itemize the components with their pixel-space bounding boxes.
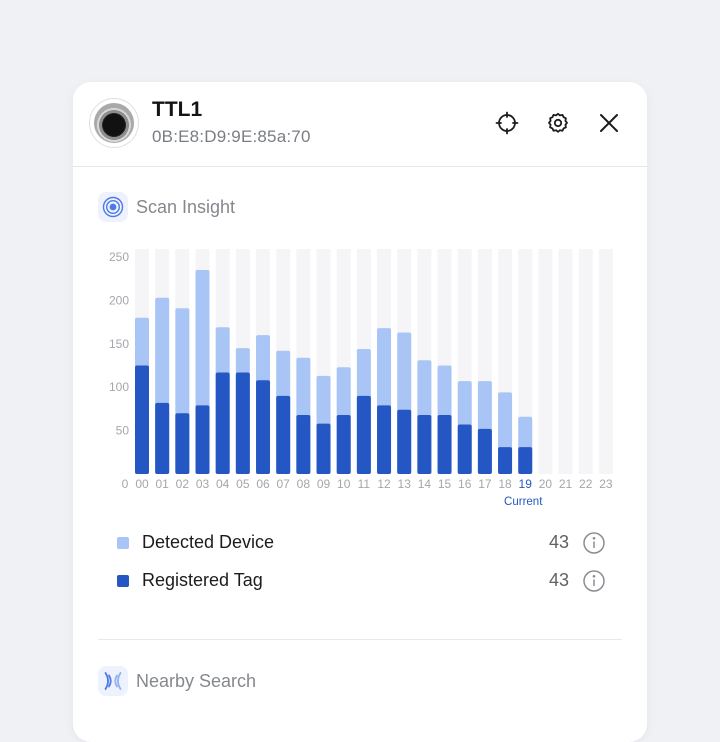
- bar-registered: [276, 395, 291, 474]
- x-tick-label: 17: [478, 477, 492, 491]
- bar-registered: [195, 405, 210, 474]
- bar-registered: [397, 409, 412, 474]
- x-tick-label: 20: [539, 477, 553, 491]
- x-tick-label: 23: [599, 477, 613, 491]
- bar-registered: [135, 365, 149, 474]
- x-tick-label: 10: [337, 477, 351, 491]
- bar-registered: [377, 405, 392, 474]
- bar-registered: [316, 423, 331, 474]
- bar-registered: [256, 380, 271, 474]
- nearby-signal-icon: [98, 666, 128, 696]
- x-tick-label: 06: [256, 477, 270, 491]
- x-tick-label: 05: [236, 477, 250, 491]
- bar-track: [538, 249, 553, 474]
- bar-registered: [417, 414, 432, 474]
- registered-swatch: [117, 575, 129, 587]
- x-tick-label: 03: [196, 477, 210, 491]
- x-tick-label: 11: [358, 477, 371, 491]
- y-tick-label: 200: [109, 293, 129, 307]
- bar-track: [598, 249, 613, 474]
- legend-value: 43: [548, 570, 569, 590]
- x-tick-label: 21: [559, 477, 573, 491]
- bar-registered: [498, 447, 513, 474]
- bar-registered: [235, 372, 250, 474]
- legend-row-detected: Detected Device 43: [117, 531, 605, 555]
- x-tick-label: 04: [216, 477, 230, 491]
- x-tick-label: 00: [135, 477, 149, 491]
- bar-track: [558, 249, 573, 474]
- detected-swatch: [117, 537, 129, 549]
- x-tick-label: 12: [377, 477, 391, 491]
- nearby-search-header[interactable]: Nearby Search: [98, 666, 256, 696]
- y-tick-label: 250: [109, 250, 129, 264]
- bar-registered: [155, 402, 170, 474]
- bar-registered: [437, 414, 452, 474]
- x-tick-label: 19: [519, 477, 533, 491]
- y-tick-label: 100: [109, 380, 129, 394]
- y-tick-label: 50: [116, 424, 130, 438]
- x-tick-label: 07: [277, 477, 291, 491]
- section-divider: [98, 639, 622, 640]
- x-tick-label: 09: [317, 477, 331, 491]
- x-tick-label: 15: [438, 477, 452, 491]
- bar-registered: [175, 413, 190, 474]
- x-tick-label: 01: [155, 477, 169, 491]
- y-tick-label: 150: [109, 337, 129, 351]
- x-tick-label: 02: [176, 477, 190, 491]
- bar-registered: [296, 414, 311, 474]
- bar-registered: [336, 414, 351, 474]
- x-tick-label: 08: [297, 477, 311, 491]
- x-tick-label: 18: [498, 477, 512, 491]
- legend-row-registered: Registered Tag 43: [117, 569, 605, 593]
- bar-registered: [356, 395, 371, 474]
- y-tick-label: 0: [122, 477, 129, 491]
- current-hour-label: Current: [504, 496, 543, 508]
- bar-track: [578, 249, 593, 474]
- info-icon[interactable]: [583, 532, 605, 554]
- legend-label: Detected Device: [142, 532, 275, 552]
- nearby-search-title: Nearby Search: [136, 670, 257, 691]
- legend-label: Registered Tag: [142, 570, 263, 590]
- x-tick-label: 13: [398, 477, 412, 491]
- x-tick-label: 14: [418, 477, 432, 491]
- info-icon[interactable]: [583, 570, 605, 592]
- x-tick-label: 22: [579, 477, 593, 491]
- x-tick-label: 16: [458, 477, 472, 491]
- device-panel: TTL1 0B:E8:D9:9E:85a:70 Scan Insight 50 …: [73, 82, 647, 742]
- legend-value: 43: [548, 532, 569, 552]
- scan-insight-chart: 501001502002500 00 01 02 03 04 05 06 07 08 09 10 11 1…: [109, 249, 613, 508]
- bar-registered: [215, 372, 230, 474]
- bar-registered: [477, 428, 492, 474]
- bar-registered: [457, 424, 472, 474]
- bar-registered: [518, 447, 533, 474]
